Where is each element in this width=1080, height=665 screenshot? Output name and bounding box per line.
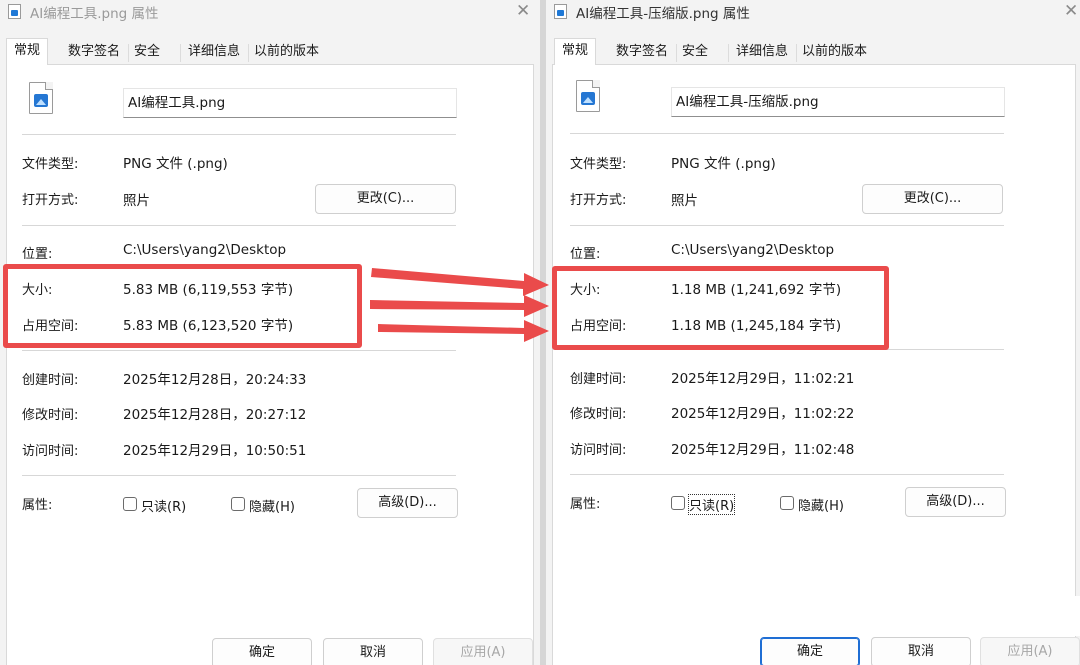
close-icon[interactable]: ✕: [516, 1, 530, 21]
tab-separator: [128, 44, 129, 62]
separator: [22, 134, 456, 135]
file-type-value: PNG 文件 (.png): [123, 156, 228, 172]
location-value: C:\Users\yang2\Desktop: [671, 242, 835, 258]
ok-button[interactable]: 确定: [212, 638, 312, 665]
readonly-checkbox[interactable]: [123, 497, 137, 511]
general-panel: [552, 64, 1076, 665]
separator: [570, 133, 1004, 134]
attributes-label: 属性:: [570, 497, 601, 512]
tab-general[interactable]: 常规: [554, 38, 597, 65]
close-icon[interactable]: ✕: [1064, 1, 1078, 21]
separator: [570, 474, 1004, 475]
file-type-value: PNG 文件 (.png): [671, 156, 776, 172]
png-file-icon: [576, 80, 600, 112]
png-file-icon: [29, 82, 53, 114]
file-type-label: 文件类型:: [570, 157, 627, 172]
file-icon: [8, 4, 21, 19]
tab-separator: [180, 44, 181, 62]
change-button[interactable]: 更改(C)...: [315, 184, 456, 214]
hidden-checkbox[interactable]: [780, 496, 794, 510]
readonly-label[interactable]: 只读(R): [141, 496, 186, 515]
filename-input[interactable]: AI编程工具.png: [123, 88, 457, 118]
tab-details[interactable]: 详细信息: [186, 42, 242, 64]
tab-security[interactable]: 安全: [132, 42, 162, 64]
accessed-value: 2025年12月29日，10:50:51: [123, 443, 307, 459]
tab-separator: [676, 44, 677, 62]
location-value: C:\Users\yang2\Desktop: [123, 242, 287, 258]
modified-label: 修改时间:: [22, 408, 79, 423]
modified-value: 2025年12月28日，20:27:12: [123, 407, 307, 423]
filename-input[interactable]: AI编程工具-压缩版.png: [671, 87, 1005, 117]
tab-previous-versions[interactable]: 以前的版本: [252, 42, 321, 64]
size-on-disk-label: 占用空间:: [22, 319, 79, 334]
separator: [570, 225, 1004, 226]
cancel-button[interactable]: 取消: [871, 637, 971, 665]
file-type-label: 文件类型:: [22, 157, 79, 172]
window-title: AI编程工具-压缩版.png 属性: [576, 6, 750, 22]
ok-button[interactable]: 确定: [760, 637, 860, 665]
tab-separator: [248, 44, 249, 62]
accessed-label: 访问时间:: [570, 443, 627, 458]
size-label: 大小:: [22, 283, 53, 298]
separator: [570, 349, 1004, 350]
properties-dialog-compressed: AI编程工具-压缩版.png 属性 ✕ 常规 数字签名 安全 详细信息 以前的版…: [546, 0, 1080, 665]
hidden-label[interactable]: 隐藏(H): [249, 496, 295, 515]
tab-separator: [728, 44, 729, 62]
hidden-checkbox[interactable]: [231, 497, 245, 511]
apply-button[interactable]: 应用(A): [980, 637, 1080, 665]
size-value: 5.83 MB (6,119,553 字节): [123, 282, 294, 298]
modified-label: 修改时间:: [570, 407, 627, 422]
separator: [22, 475, 456, 476]
created-label: 创建时间:: [570, 372, 627, 387]
size-on-disk-label: 占用空间:: [570, 319, 627, 334]
accessed-value: 2025年12月29日，11:02:48: [671, 442, 855, 458]
open-with-value: 照片: [123, 193, 150, 209]
tab-general[interactable]: 常规: [6, 38, 49, 65]
location-label: 位置:: [570, 247, 601, 262]
window-title: AI编程工具.png 属性: [30, 6, 159, 22]
tab-security[interactable]: 安全: [680, 42, 710, 64]
created-label: 创建时间:: [22, 373, 79, 388]
tab-details[interactable]: 详细信息: [734, 42, 790, 64]
tab-separator: [796, 44, 797, 62]
tab-digital-signatures[interactable]: 数字签名: [66, 42, 122, 64]
created-value: 2025年12月29日，11:02:21: [671, 371, 855, 387]
advanced-button[interactable]: 高级(D)...: [905, 487, 1006, 517]
file-icon: [554, 4, 567, 19]
change-button[interactable]: 更改(C)...: [862, 184, 1003, 214]
attributes-label: 属性:: [22, 498, 53, 513]
location-label: 位置:: [22, 247, 53, 262]
size-on-disk-value: 5.83 MB (6,123,520 字节): [123, 318, 294, 334]
cancel-button[interactable]: 取消: [323, 638, 423, 665]
accessed-label: 访问时间:: [22, 444, 79, 459]
size-label: 大小:: [570, 283, 601, 298]
title-bar: AI编程工具-压缩版.png 属性 ✕: [546, 0, 1080, 24]
general-panel: [6, 64, 534, 665]
hidden-label[interactable]: 隐藏(H): [798, 495, 844, 514]
readonly-checkbox[interactable]: [671, 496, 685, 510]
title-bar: AI编程工具.png 属性 ✕: [0, 0, 540, 24]
tab-digital-signatures[interactable]: 数字签名: [614, 42, 670, 64]
open-with-value: 照片: [671, 193, 698, 209]
overlay-patch: [706, 596, 1080, 636]
open-with-label: 打开方式:: [570, 193, 627, 208]
apply-button[interactable]: 应用(A): [433, 638, 533, 665]
separator: [22, 225, 456, 226]
modified-value: 2025年12月29日，11:02:22: [671, 406, 855, 422]
readonly-label[interactable]: 只读(R): [687, 494, 736, 515]
size-on-disk-value: 1.18 MB (1,245,184 字节): [671, 318, 842, 334]
properties-dialog-original: AI编程工具.png 属性 ✕ 常规 数字签名 安全 详细信息 以前的版本 AI…: [0, 0, 540, 665]
advanced-button[interactable]: 高级(D)...: [357, 488, 458, 518]
created-value: 2025年12月28日，20:24:33: [123, 372, 307, 388]
size-value: 1.18 MB (1,241,692 字节): [671, 282, 842, 298]
open-with-label: 打开方式:: [22, 193, 79, 208]
separator: [22, 350, 456, 351]
tab-previous-versions[interactable]: 以前的版本: [800, 42, 869, 64]
